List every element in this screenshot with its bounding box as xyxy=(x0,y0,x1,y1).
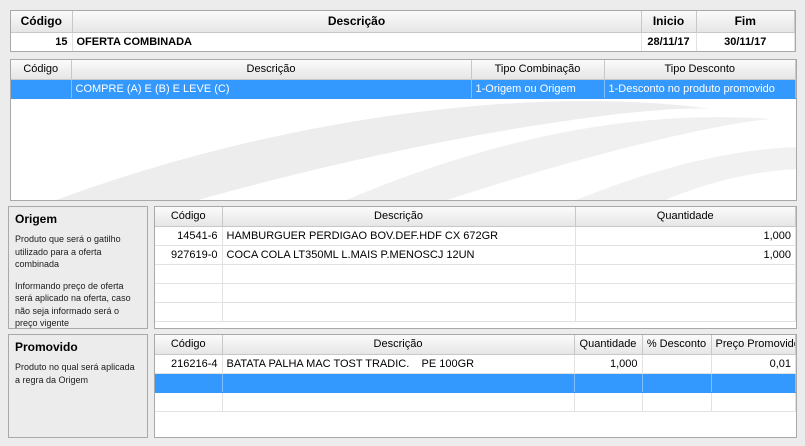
promovido-info-panel: Promovido Produto no qual será aplicada … xyxy=(8,334,148,438)
origem-empty-row[interactable] xyxy=(155,283,796,303)
header-col-fim: Fim xyxy=(696,11,795,33)
combination-tipo-combinacao: 1-Origem ou Origem xyxy=(471,79,605,99)
promovido-col-codigo: Código xyxy=(155,335,223,355)
header-col-codigo: Código xyxy=(11,11,73,33)
promovido-help: Produto no qual será aplicada a regra da… xyxy=(15,362,135,385)
promovido-grid[interactable]: Código Descrição Quantidade % Desconto P… xyxy=(154,334,797,438)
promovido-quantidade: 1,000 xyxy=(574,354,643,374)
origem-help-trigger: Produto que será o gatilho utilizado par… xyxy=(15,234,121,269)
origem-descricao: HAMBURGUER PERDIGAO BOV.DEF.HDF CX 672GR xyxy=(222,226,576,246)
offer-codigo: 15 xyxy=(11,32,73,51)
promovido-col-quantidade: Quantidade xyxy=(574,335,643,355)
promovido-new-row[interactable] xyxy=(155,373,796,393)
header-col-inicio: Inicio xyxy=(641,11,697,33)
promovido-codigo: 216216-4 xyxy=(155,354,223,374)
combination-col-codigo: Código xyxy=(11,60,72,80)
combination-col-tipo-combinacao: Tipo Combinação xyxy=(471,60,605,80)
promovido-empty-row[interactable] xyxy=(155,392,796,412)
origem-empty-row[interactable] xyxy=(155,302,796,322)
origem-info-panel: Origem Produto que será o gatilho utiliz… xyxy=(8,206,148,329)
origem-quantidade: 1,000 xyxy=(575,245,796,265)
promovido-col-descricao: Descrição xyxy=(222,335,575,355)
origem-row[interactable]: 14541-6 HAMBURGUER PERDIGAO BOV.DEF.HDF … xyxy=(155,226,796,246)
origem-col-descricao: Descrição xyxy=(222,207,576,227)
combination-descricao: COMPRE (A) E (B) E LEVE (C) xyxy=(71,79,472,99)
offer-inicio: 28/11/17 xyxy=(641,32,697,51)
combination-grid[interactable]: Código Descrição Tipo Combinação Tipo De… xyxy=(10,59,797,201)
origem-grid[interactable]: Código Descrição Quantidade 14541-6 HAMB… xyxy=(154,206,797,329)
offer-descricao: OFERTA COMBINADA xyxy=(72,32,642,51)
origem-title: Origem xyxy=(15,212,58,226)
origem-col-quantidade: Quantidade xyxy=(575,207,796,227)
offer-header-grid: Código Descrição Inicio Fim 15 OFERTA CO… xyxy=(10,10,796,52)
promovido-preco: 0,01 xyxy=(711,354,796,374)
origem-descricao: COCA COLA LT350ML L.MAIS P.MENOSCJ 12UN xyxy=(222,245,576,265)
combination-col-descricao: Descrição xyxy=(71,60,472,80)
origem-col-codigo: Código xyxy=(155,207,223,227)
promovido-row[interactable]: 216216-4 BATATA PALHA MAC TOST TRADIC. P… xyxy=(155,354,796,374)
offer-fim: 30/11/17 xyxy=(696,32,795,51)
promovido-col-desconto: % Desconto xyxy=(642,335,712,355)
promovido-descricao: BATATA PALHA MAC TOST TRADIC. PE 100GR xyxy=(222,354,575,374)
origem-help-price: Informando preço de oferta será aplicado… xyxy=(15,280,131,329)
promovido-title: Promovido xyxy=(15,340,78,354)
offer-row[interactable]: 15 OFERTA COMBINADA 28/11/17 30/11/17 xyxy=(11,32,795,51)
combination-codigo xyxy=(11,79,72,99)
combination-row[interactable]: COMPRE (A) E (B) E LEVE (C) 1-Origem ou … xyxy=(11,79,796,99)
origem-row[interactable]: 927619-0 COCA COLA LT350ML L.MAIS P.MENO… xyxy=(155,245,796,265)
combination-tipo-desconto: 1-Desconto no produto promovido xyxy=(604,79,796,99)
origem-codigo: 14541-6 xyxy=(155,226,223,246)
origem-empty-row[interactable] xyxy=(155,264,796,284)
origem-codigo: 927619-0 xyxy=(155,245,223,265)
combination-col-tipo-desconto: Tipo Desconto xyxy=(604,60,796,80)
promovido-desconto xyxy=(642,354,712,374)
promovido-col-preco: Preço Promovido xyxy=(711,335,796,355)
header-col-descricao: Descrição xyxy=(72,11,642,33)
origem-quantidade: 1,000 xyxy=(575,226,796,246)
